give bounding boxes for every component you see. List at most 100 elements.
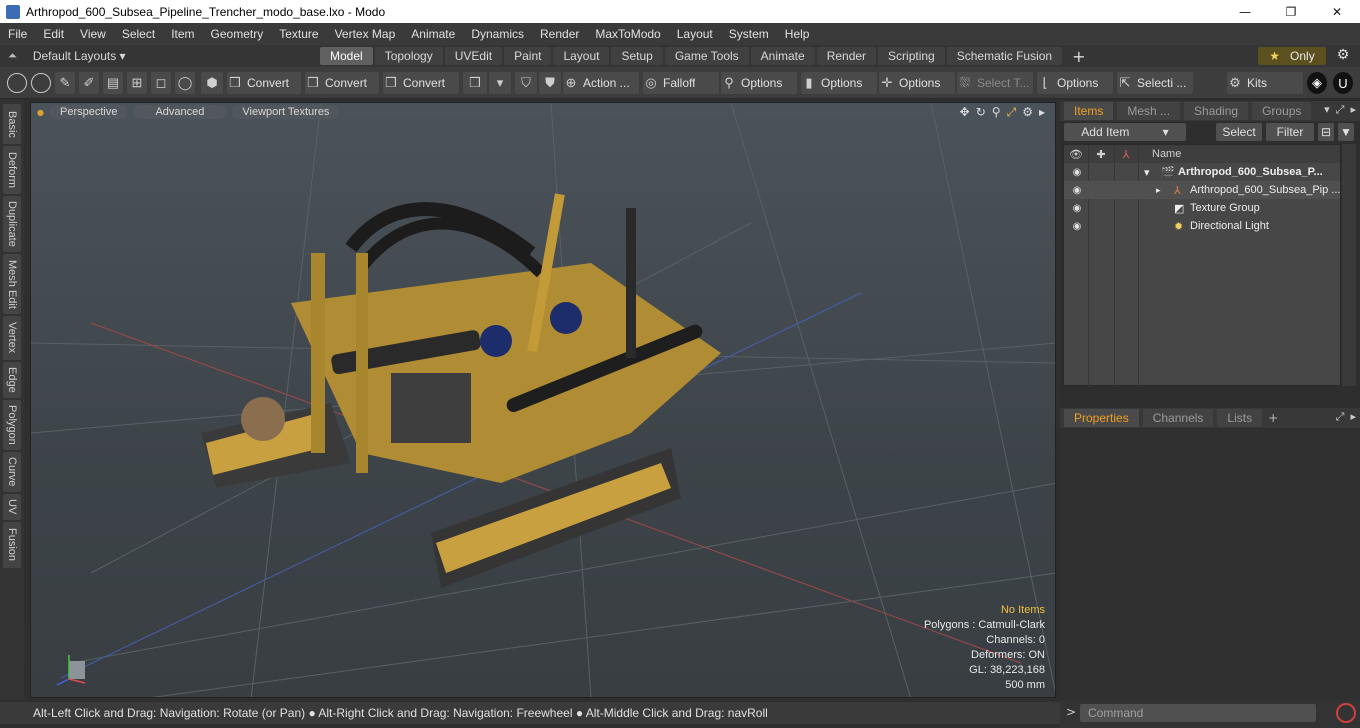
panel-more-icon[interactable]: ▸ — [1350, 410, 1356, 424]
menu-view[interactable]: View — [72, 23, 114, 45]
unreal-button[interactable]: U — [1333, 72, 1353, 94]
menu-render[interactable]: Render — [532, 23, 587, 45]
menu-item[interactable]: Item — [163, 23, 202, 45]
viewport-more-icon[interactable]: ▸ — [1039, 105, 1045, 120]
pen-tool-button[interactable]: ✎ — [55, 72, 75, 94]
viewport-settings-icon[interactable]: ⚙ — [1022, 105, 1033, 120]
item-row-scene[interactable]: ◉ ▾ 🎬 Arthropod_600_Subsea_P... — [1064, 163, 1340, 181]
panel-expand-icon[interactable]: ⤢ — [1336, 103, 1345, 117]
rotate-icon[interactable]: ↻ — [976, 105, 986, 120]
filter-button[interactable]: Filter — [1266, 123, 1314, 141]
minimize-button[interactable]: — — [1222, 0, 1268, 23]
panel-more-icon[interactable]: ▸ — [1350, 103, 1356, 117]
tab-topology[interactable]: Topology — [374, 47, 443, 65]
tool-dropdown-button[interactable]: ▾ — [489, 72, 511, 94]
options-button-3[interactable]: ✛ Options — [879, 72, 955, 94]
vtab-curve[interactable]: Curve — [3, 452, 21, 492]
default-layouts-dropdown[interactable]: Default Layouts ▾ — [33, 49, 126, 63]
falloff-button[interactable]: ◎ Falloff — [643, 72, 719, 94]
item-row-directional-light[interactable]: ◉ ✹ Directional Light — [1064, 217, 1340, 235]
vtab-edge[interactable]: Edge — [3, 362, 21, 398]
expand-arrow-icon[interactable]: ▾ — [1144, 166, 1150, 179]
visibility-eye-icon[interactable]: ◉ — [1070, 167, 1084, 178]
snap-button[interactable]: ⛊ — [539, 72, 561, 94]
maximize-button[interactable]: ❐ — [1268, 0, 1314, 23]
tab-groups[interactable]: Groups — [1252, 102, 1312, 120]
visibility-eye-icon[interactable]: ◉ — [1070, 221, 1084, 232]
panel-dropdown-icon[interactable]: ▾ — [1324, 103, 1330, 117]
menu-file[interactable]: File — [0, 23, 35, 45]
tab-properties[interactable]: Properties — [1064, 409, 1139, 427]
vtab-uv[interactable]: UV — [3, 494, 21, 520]
funnel-icon[interactable]: ▼ — [1338, 123, 1354, 141]
perspective-dropdown[interactable]: Perspective — [49, 105, 128, 119]
3d-viewport[interactable]: ● Perspective Advanced Viewport Textures… — [30, 102, 1056, 698]
tab-setup[interactable]: Setup — [611, 47, 663, 65]
tab-items[interactable]: Items — [1064, 102, 1114, 120]
viewport-textures-dropdown[interactable]: Viewport Textures — [232, 105, 340, 119]
tab-mesh[interactable]: Mesh ... — [1117, 102, 1181, 120]
menu-help[interactable]: Help — [777, 23, 818, 45]
add-item-button[interactable]: Add Item ▾ — [1064, 123, 1186, 141]
pan-icon[interactable]: ✥ — [960, 105, 970, 120]
panel-expand-icon[interactable]: ⤢ — [1336, 410, 1345, 424]
convert-button-3[interactable]: ❒ Convert — [383, 72, 459, 94]
action-center-button[interactable]: ⊕ Action ... — [563, 72, 639, 94]
options-button-2[interactable]: ▮ Options — [801, 72, 877, 94]
menu-animate[interactable]: Animate — [403, 23, 463, 45]
menu-texture[interactable]: Texture — [271, 23, 326, 45]
layouts-selector[interactable]: ⏶ Default Layouts ▾ — [0, 49, 320, 63]
menu-edit[interactable]: Edit — [35, 23, 72, 45]
menu-geometry[interactable]: Geometry — [203, 23, 272, 45]
convert-button-1[interactable]: ❒ Convert — [227, 72, 301, 94]
selection-button[interactable]: ⇱ Selecti ... — [1117, 72, 1193, 94]
zoom-icon[interactable]: ⚲ — [992, 105, 1001, 120]
advanced-dropdown[interactable]: Advanced — [133, 105, 227, 119]
vtab-basic[interactable]: Basic — [3, 104, 21, 144]
tab-layout[interactable]: Layout — [553, 47, 610, 65]
close-button[interactable]: ✕ — [1314, 0, 1360, 23]
add-tab-icon[interactable]: + — [1072, 47, 1085, 66]
tab-schematic-fusion[interactable]: Schematic Fusion — [946, 47, 1063, 65]
edges-mode-button[interactable]: ▤ — [103, 72, 123, 94]
record-icon[interactable] — [1336, 703, 1356, 723]
menu-layout[interactable]: Layout — [669, 23, 721, 45]
vertex-mode-icon[interactable] — [7, 73, 27, 93]
select-button[interactable]: Select — [1216, 123, 1262, 141]
tab-shading[interactable]: Shading — [1184, 102, 1249, 120]
options-button-4[interactable]: ⌊ Options — [1037, 72, 1113, 94]
tab-uvedit[interactable]: UVEdit — [444, 47, 503, 65]
unity-button[interactable]: ◈ — [1307, 72, 1327, 94]
tab-game-tools[interactable]: Game Tools — [664, 47, 749, 65]
tab-channels[interactable]: Channels — [1142, 409, 1214, 427]
brush-tool-button[interactable]: ✐ — [79, 72, 99, 94]
convert-button-2[interactable]: ❒ Convert — [305, 72, 379, 94]
select-through-button[interactable]: ⛆ Select T... — [957, 72, 1033, 94]
material-mode-button[interactable]: ◯ — [175, 72, 195, 94]
kits-button[interactable]: ⚙ Kits — [1227, 72, 1303, 94]
shading-button[interactable]: ⬢ — [201, 72, 223, 94]
menu-select[interactable]: Select — [114, 23, 163, 45]
collapse-all-icon[interactable]: ⊟ — [1318, 123, 1334, 141]
collapse-icon[interactable]: ⏶ — [8, 50, 17, 63]
vtab-deform[interactable]: Deform — [3, 146, 21, 194]
maximize-icon[interactable]: ⤢ — [1007, 105, 1017, 120]
vtab-duplicate[interactable]: Duplicate — [3, 196, 21, 252]
add-panel-tab-icon[interactable]: + — [1268, 411, 1278, 425]
cube-tool-button[interactable]: ❒ — [463, 72, 487, 94]
tab-scripting[interactable]: Scripting — [878, 47, 945, 65]
item-row-texture-group[interactable]: ◉ ◩ Texture Group — [1064, 199, 1340, 217]
visibility-eye-icon[interactable]: ◉ — [1070, 203, 1084, 214]
vtab-fusion[interactable]: Fusion — [3, 522, 21, 568]
tab-paint[interactable]: Paint — [504, 47, 552, 65]
vtab-polygon[interactable]: Polygon — [3, 400, 21, 450]
globe-icon[interactable] — [31, 73, 51, 93]
tab-lists[interactable]: Lists — [1217, 409, 1263, 427]
options-button-1[interactable]: ⚲ Options — [721, 72, 797, 94]
visibility-eye-icon[interactable]: ◉ — [1070, 185, 1084, 196]
symmetry-button[interactable]: ⛉ — [515, 72, 537, 94]
menu-vertex-map[interactable]: Vertex Map — [327, 23, 404, 45]
tab-animate[interactable]: Animate — [750, 47, 815, 65]
only-button[interactable]: ★ Only — [1258, 47, 1326, 65]
vtab-vertex[interactable]: Vertex — [3, 316, 21, 360]
